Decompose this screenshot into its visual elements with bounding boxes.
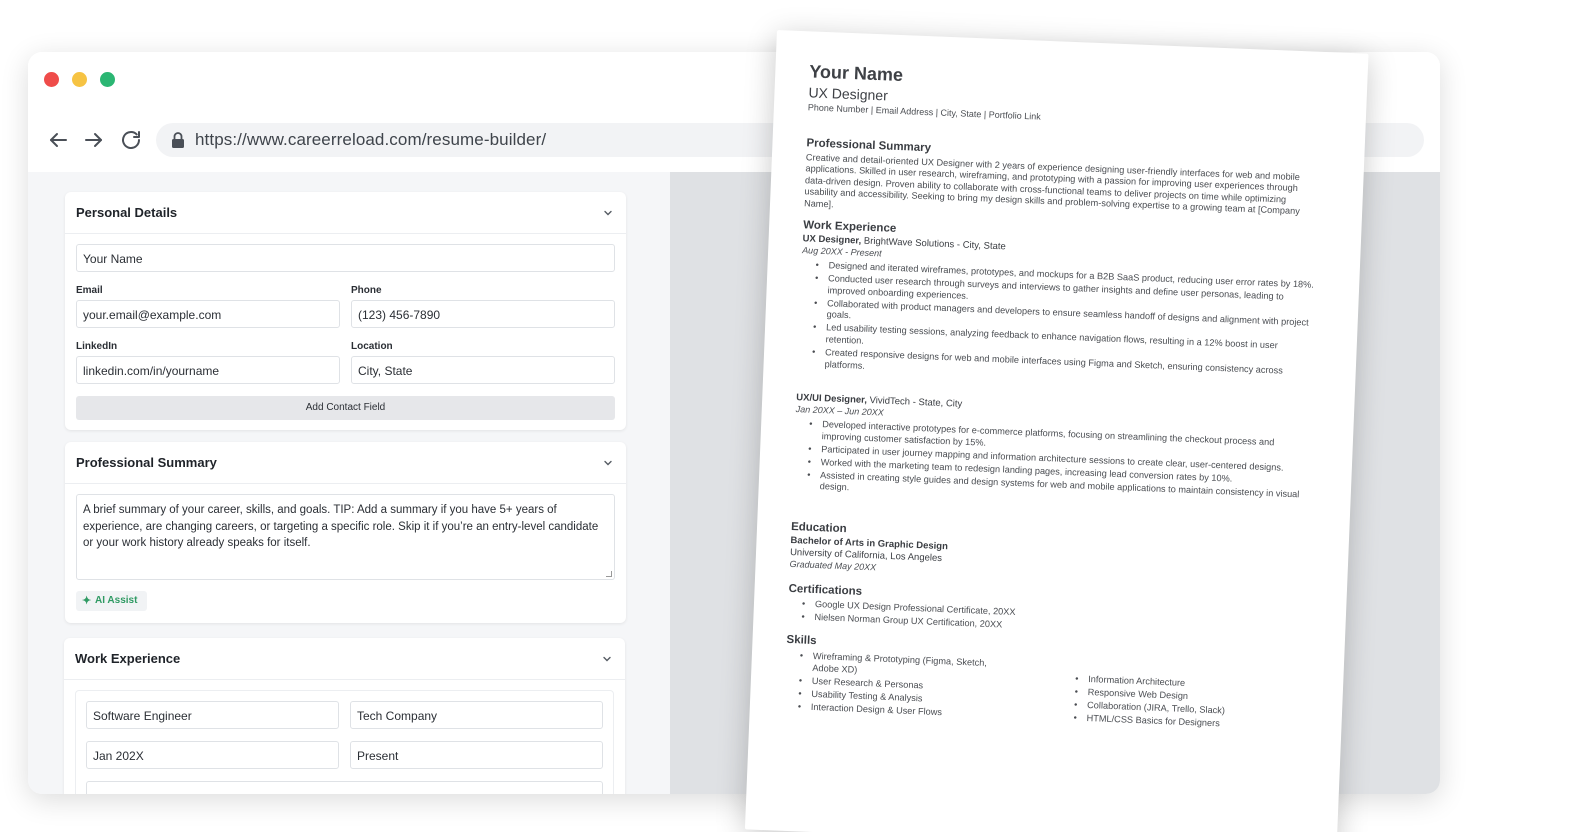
work-experience-header[interactable]: Work Experience — [64, 638, 625, 680]
resume-job1-bullets: Designed and iterated wireframes, protot… — [811, 260, 1315, 392]
resume-job2-dates: Jan 20XX – Jun 20XX — [795, 404, 884, 418]
forward-arrow-icon[interactable] — [82, 128, 106, 152]
email-field[interactable]: your.email@example.com — [76, 300, 340, 328]
name-field[interactable]: Your Name — [76, 244, 615, 272]
resume-graduation: Graduated May 20XX — [789, 558, 877, 573]
work-entry: Software Engineer Tech Company Jan 202X … — [75, 690, 614, 794]
add-contact-field-button[interactable]: Add Contact Field — [76, 396, 615, 420]
resume-certifications-heading: Certifications — [788, 582, 863, 598]
resume-role: UX Designer — [808, 84, 889, 104]
back-arrow-icon[interactable] — [46, 128, 70, 152]
phone-label: Phone — [351, 285, 382, 296]
resume-contact: Phone Number | Email Address | City, Sta… — [807, 102, 1041, 122]
resume-education-heading: Education — [790, 520, 847, 536]
resize-handle-icon[interactable] — [606, 571, 612, 577]
resume-job1-title: UX Designer, — [802, 233, 862, 247]
professional-summary-title: Professional Summary — [76, 455, 217, 470]
resume-skills-heading: Skills — [786, 633, 817, 648]
resume-skills-right: Information Architecture Responsive Web … — [1073, 673, 1295, 734]
professional-summary-header[interactable]: Professional Summary — [65, 442, 626, 484]
summary-text: A brief summary of your career, skills, … — [83, 504, 599, 549]
personal-details-title: Personal Details — [76, 205, 178, 220]
company-field[interactable]: Tech Company — [350, 701, 603, 729]
maximize-window-button[interactable] — [100, 72, 115, 87]
linkedin-label: LinkedIn — [76, 341, 118, 352]
sparkle-icon: ✦ — [82, 595, 92, 607]
personal-details-card: Personal Details Your Name Email your.em… — [65, 192, 626, 430]
ai-assist-label: AI Assist — [95, 595, 138, 606]
personal-details-header[interactable]: Personal Details — [65, 192, 626, 234]
reload-icon[interactable] — [119, 128, 143, 152]
resume-name: Your Name — [808, 61, 904, 86]
resume-job1-dates: Aug 20XX - Present — [801, 245, 882, 259]
resume-job2-bullets: Developed interactive prototypes for e-c… — [806, 419, 1309, 515]
professional-summary-card: Professional Summary A brief summary of … — [65, 442, 626, 623]
resume-skills-left: Wireframing & Prototyping (Figma, Sketch… — [798, 650, 1000, 722]
resume-certifications: Google UX Design Professional Certificat… — [801, 598, 1302, 644]
end-date-field[interactable]: Present — [350, 741, 603, 769]
resume-summary-heading: Professional Summary — [806, 137, 932, 155]
close-window-button[interactable] — [44, 72, 59, 87]
resume-job1-company: BrightWave Solutions - City, State — [860, 235, 1006, 253]
resume-work-heading: Work Experience — [802, 219, 897, 235]
resume-preview-page: Your Name UX Designer Phone Number | Ema… — [744, 30, 1369, 832]
resume-summary-text: Creative and detail-oriented UX Designer… — [803, 152, 1301, 217]
url-text: https://www.careerreload.com/resume-buil… — [195, 130, 547, 149]
start-date-field[interactable]: Jan 202X — [86, 741, 339, 769]
email-label: Email — [76, 285, 103, 296]
work-extra-field[interactable] — [86, 781, 603, 794]
minimize-window-button[interactable] — [72, 72, 87, 87]
form-pane: Personal Details Your Name Email your.em… — [28, 172, 670, 794]
chevron-down-icon[interactable] — [601, 653, 613, 665]
phone-field[interactable]: (123) 456-7890 — [351, 300, 615, 328]
work-experience-card: Work Experience Software Engineer Tech C… — [64, 638, 625, 794]
location-field[interactable]: City, State — [351, 356, 615, 384]
linkedin-field[interactable]: linkedin.com/in/yourname — [76, 356, 340, 384]
ai-assist-button[interactable]: ✦ AI Assist — [76, 591, 147, 611]
location-label: Location — [351, 341, 393, 352]
lock-icon — [170, 131, 186, 149]
summary-textarea[interactable]: A brief summary of your career, skills, … — [76, 494, 615, 580]
chevron-down-icon[interactable] — [602, 457, 614, 469]
chevron-down-icon[interactable] — [602, 207, 614, 219]
stage: https://www.careerreload.com/resume-buil… — [0, 0, 1576, 832]
work-experience-title: Work Experience — [75, 651, 181, 666]
job-title-field[interactable]: Software Engineer — [86, 701, 339, 729]
